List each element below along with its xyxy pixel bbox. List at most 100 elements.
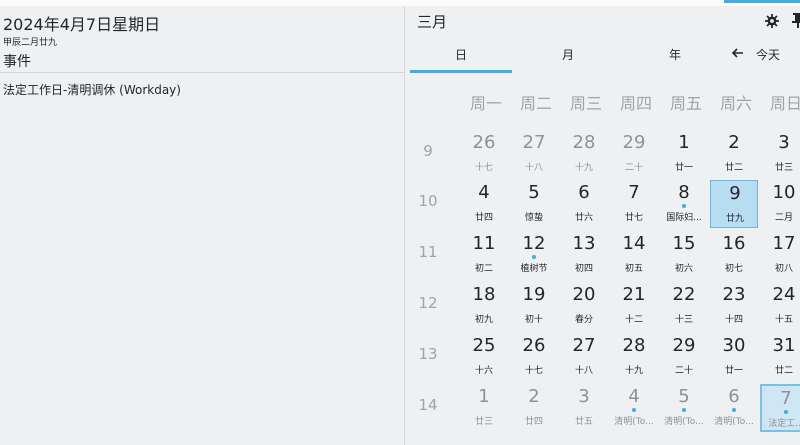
gear-icon[interactable] bbox=[765, 14, 779, 28]
day-number: 1 bbox=[678, 132, 690, 153]
day-cell[interactable]: 6 清明(To... bbox=[710, 384, 758, 432]
day-number: 10 bbox=[772, 182, 796, 203]
today-button[interactable]: 今天 bbox=[756, 46, 780, 63]
lunar-day-label: 廿五 bbox=[574, 417, 593, 427]
day-cell[interactable]: 20 春分 bbox=[560, 282, 608, 330]
day-number: 18 bbox=[472, 284, 496, 305]
day-cell[interactable]: 27 十八 bbox=[560, 333, 608, 381]
lunar-day-label: 初四 bbox=[574, 264, 593, 274]
day-number: 25 bbox=[472, 335, 496, 356]
day-cell[interactable]: 3 廿五 bbox=[560, 384, 608, 432]
day-cell[interactable]: 29 二十 bbox=[610, 130, 658, 178]
day-number: 2 bbox=[528, 386, 540, 407]
day-cell[interactable]: 10 二月 bbox=[760, 180, 800, 228]
day-number: 30 bbox=[722, 335, 746, 356]
day-cell[interactable]: 7 廿七 bbox=[610, 180, 658, 228]
day-number: 21 bbox=[622, 284, 646, 305]
event-dot bbox=[784, 410, 788, 414]
tab-month[interactable]: 月 bbox=[562, 46, 574, 63]
lunar-day-label: 初九 bbox=[474, 315, 493, 325]
day-cell[interactable]: 12 植树节 bbox=[510, 231, 558, 279]
lunar-day-label: 廿二 bbox=[724, 163, 743, 173]
day-number: 8 bbox=[678, 182, 690, 203]
day-number: 29 bbox=[622, 132, 646, 153]
day-cell[interactable]: 16 初七 bbox=[710, 231, 758, 279]
event-item[interactable]: 法定工作日-清明调休 (Workday) bbox=[3, 81, 181, 98]
day-number: 20 bbox=[572, 284, 596, 305]
day-cell[interactable]: 28 十九 bbox=[560, 130, 608, 178]
lunar-day-label: 廿一 bbox=[674, 163, 693, 173]
lunar-day-label: 十七 bbox=[474, 163, 493, 173]
day-cell[interactable]: 11 初二 bbox=[460, 231, 508, 279]
day-number: 4 bbox=[478, 182, 490, 203]
day-number: 14 bbox=[622, 233, 646, 254]
day-cell[interactable]: 1 廿一 bbox=[660, 130, 708, 178]
weekday-label: 周四 bbox=[619, 94, 652, 113]
day-cell[interactable]: 14 初五 bbox=[610, 231, 658, 279]
day-cell[interactable]: 26 十七 bbox=[460, 130, 508, 178]
day-cell[interactable]: 4 清明(To... bbox=[610, 384, 658, 432]
day-number: 31 bbox=[772, 335, 796, 356]
day-cell[interactable]: 28 十九 bbox=[610, 333, 658, 381]
day-number: 2 bbox=[728, 132, 740, 153]
active-indicator bbox=[724, 0, 800, 3]
event-dot bbox=[532, 255, 536, 259]
lunar-day-label: 十三 bbox=[674, 315, 693, 325]
day-cell[interactable]: 27 十八 bbox=[510, 130, 558, 178]
selected-date-title: 2024年4月7日星期日 bbox=[3, 15, 161, 34]
day-cell[interactable]: 3 廿三 bbox=[760, 130, 800, 178]
day-cell[interactable]: 13 初四 bbox=[560, 231, 608, 279]
day-cell[interactable]: 6 廿六 bbox=[560, 180, 608, 228]
arrow-left-icon[interactable] bbox=[731, 46, 745, 60]
day-cell[interactable]: 23 十四 bbox=[710, 282, 758, 330]
day-cell[interactable]: 8 国际妇... bbox=[660, 180, 708, 228]
lunar-day-label: 清明(To... bbox=[714, 417, 754, 427]
day-number: 7 bbox=[628, 182, 640, 203]
lunar-day-label: 二十 bbox=[624, 163, 643, 173]
event-dot bbox=[732, 408, 736, 412]
pin-icon[interactable] bbox=[791, 12, 800, 28]
divider bbox=[0, 72, 404, 73]
weekday-label: 周六 bbox=[719, 94, 752, 113]
day-cell[interactable]: 5 惊蛰 bbox=[510, 180, 558, 228]
day-number: 6 bbox=[728, 386, 740, 407]
day-number: 6 bbox=[578, 182, 590, 203]
lunar-day-label: 廿六 bbox=[574, 213, 593, 223]
day-cell[interactable]: 31 廿二 bbox=[760, 333, 800, 381]
day-cell[interactable]: 18 初九 bbox=[460, 282, 508, 330]
day-number: 24 bbox=[772, 284, 796, 305]
day-cell[interactable]: 7 法定工... bbox=[760, 384, 800, 432]
week-number: 13 bbox=[418, 345, 438, 363]
events-heading: 事件 bbox=[3, 54, 31, 70]
lunar-day-label: 春分 bbox=[574, 315, 593, 325]
lunar-day-label: 初二 bbox=[474, 264, 493, 274]
left-header: 2024年4月7日星期日 甲辰二月廿九 事件 bbox=[0, 6, 404, 72]
day-cell[interactable]: 19 初十 bbox=[510, 282, 558, 330]
day-number: 15 bbox=[672, 233, 696, 254]
day-cell[interactable]: 2 廿四 bbox=[510, 384, 558, 432]
day-cell[interactable]: 17 初八 bbox=[760, 231, 800, 279]
day-cell[interactable]: 22 十三 bbox=[660, 282, 708, 330]
day-cell[interactable]: 1 廿三 bbox=[460, 384, 508, 432]
day-cell[interactable]: 15 初六 bbox=[660, 231, 708, 279]
day-number: 22 bbox=[672, 284, 696, 305]
day-cell[interactable]: 25 十六 bbox=[460, 333, 508, 381]
tab-day[interactable]: 日 bbox=[455, 46, 467, 63]
lunar-day-label: 十九 bbox=[574, 163, 593, 173]
tab-year[interactable]: 年 bbox=[669, 46, 681, 63]
day-number: 27 bbox=[522, 132, 546, 153]
day-cell[interactable]: 29 二十 bbox=[660, 333, 708, 381]
day-number: 19 bbox=[522, 284, 546, 305]
day-number: 4 bbox=[628, 386, 640, 407]
day-cell[interactable]: 5 清明(To... bbox=[660, 384, 708, 432]
day-cell[interactable]: 26 十七 bbox=[510, 333, 558, 381]
lunar-day-label: 廿七 bbox=[624, 213, 643, 223]
day-cell[interactable]: 30 廿一 bbox=[710, 333, 758, 381]
day-cell[interactable]: 21 十二 bbox=[610, 282, 658, 330]
day-cell[interactable]: 24 十五 bbox=[760, 282, 800, 330]
weekday-label: 周三 bbox=[569, 94, 602, 113]
day-cell[interactable]: 4 廿四 bbox=[460, 180, 508, 228]
day-cell[interactable]: 2 廿二 bbox=[710, 130, 758, 178]
day-cell[interactable]: 9 廿九 bbox=[710, 180, 758, 228]
lunar-day-label: 廿二 bbox=[774, 366, 793, 376]
